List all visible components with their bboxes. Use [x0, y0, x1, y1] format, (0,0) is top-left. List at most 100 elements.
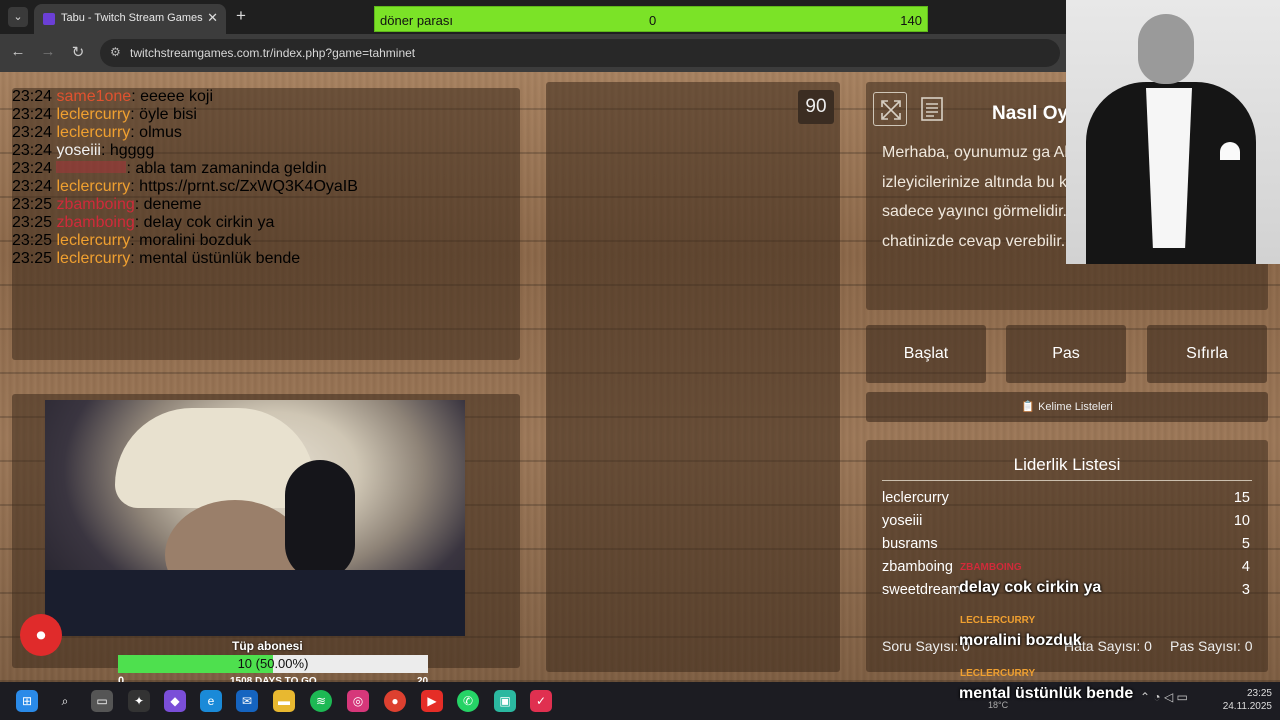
- chat-line: 23:24 leclercurry: olmus: [12, 124, 520, 142]
- search-icon[interactable]: ⌕: [54, 690, 76, 712]
- chat-username[interactable]: zbamboing: [56, 214, 134, 231]
- leaderboard-row: busrams 5: [882, 536, 1250, 552]
- leaderboard-title: Liderlik Listesi: [1013, 455, 1121, 474]
- how-to-play-title: Nasıl Oy: [992, 103, 1069, 124]
- pocket-square-shape: [1220, 142, 1240, 160]
- twitch-favicon-icon: [43, 13, 55, 25]
- leaderboard-row: zbamboing 4: [882, 559, 1250, 575]
- chat-line: 23:25 zbamboing: delay cok cirkin ya: [12, 214, 520, 232]
- back-icon[interactable]: ←: [8, 43, 28, 60]
- copilot-icon[interactable]: ◆: [164, 690, 186, 712]
- start-button[interactable]: Başlat: [866, 325, 986, 383]
- player-score: 10: [1233, 513, 1250, 529]
- reset-button[interactable]: Sıfırla: [1147, 325, 1267, 383]
- webcam-feed: [45, 400, 465, 636]
- chat-time: 23:24: [12, 88, 57, 105]
- chat-time: 23:24: [12, 160, 57, 177]
- chat-username[interactable]: same1one: [56, 88, 131, 105]
- chat-username[interactable]: leclercurry: [56, 124, 130, 141]
- whatsapp-icon[interactable]: ✆: [457, 690, 479, 712]
- chat-text: : öyle bisi: [130, 106, 197, 123]
- doner-target: 140: [900, 13, 922, 28]
- chat-time: 23:25: [12, 196, 57, 213]
- chat-text: : https://prnt.sc/ZxWQ3K4OyaIB: [130, 178, 358, 195]
- player-score: 4: [1241, 559, 1250, 575]
- start-icon[interactable]: ⊞: [16, 690, 38, 712]
- new-tab-button[interactable]: +: [236, 6, 246, 26]
- url-text: twitchstreamgames.com.tr/index.php?game=…: [130, 46, 416, 60]
- pass-button[interactable]: Pas: [1006, 325, 1126, 383]
- chat-line: 23:25 leclercurry: mental üstünlük bende: [12, 250, 520, 268]
- overlay-chat-message: moralini bozduk: [959, 632, 1082, 649]
- overlay-chat-message: delay cok cirkin ya: [959, 579, 1102, 596]
- chat-time: 23:24: [12, 124, 57, 141]
- chrome-icon[interactable]: ●: [384, 690, 406, 712]
- head-shape: [1138, 14, 1194, 84]
- edge-icon[interactable]: e: [200, 690, 222, 712]
- chat-time: 23:25: [12, 214, 57, 231]
- question-count: Soru Sayısı: 0: [882, 638, 970, 654]
- reload-icon[interactable]: ↻: [68, 43, 88, 61]
- chat-text: : abla tam zamaninda geldin: [126, 160, 327, 177]
- shirt-shape: [1146, 88, 1192, 248]
- chat-time: 23:24: [12, 106, 57, 123]
- chat-line: 23:25 zbamboing: deneme: [12, 196, 520, 214]
- chat-username[interactable]: yoseiii: [56, 142, 100, 159]
- overlay-chat-user: LECLERCURRY: [960, 668, 1036, 679]
- doner-current: 0: [649, 13, 657, 28]
- pass-count: Pas Sayısı: 0: [1170, 638, 1253, 654]
- doner-progress-bar: döner parası 0 140: [374, 6, 928, 32]
- chat-text: : moralini bozduk: [130, 232, 252, 249]
- browser-tab[interactable]: Tabu - Twitch Stream Games ✕: [34, 4, 226, 34]
- leaderboard-row: leclercurry 15: [882, 490, 1250, 506]
- address-bar[interactable]: ⚙ twitchstreamgames.com.tr/index.php?gam…: [100, 39, 1060, 67]
- overlay-chat-message: mental üstünlük bende: [959, 685, 1134, 702]
- chat-messages: 23:24 same1one: eeeee koji 23:24 leclerc…: [12, 88, 520, 360]
- task-view-icon[interactable]: ▭: [91, 690, 113, 712]
- clock[interactable]: 23:25 24.11.2025: [1212, 687, 1272, 713]
- app-icon[interactable]: ✓: [530, 690, 552, 712]
- sub-goal-bar: 10 (50.00%): [118, 655, 428, 673]
- chat-line: 23:24 yoseiii: hgggg: [12, 142, 520, 160]
- round-timer: 90: [798, 90, 834, 124]
- doner-label: döner parası: [380, 13, 453, 28]
- chat-username[interactable]: zbamboing: [56, 196, 134, 213]
- chat-text: : mental üstünlük bende: [130, 250, 301, 267]
- shirt-shape: [45, 570, 465, 636]
- headphones-shape: [285, 460, 355, 580]
- forward-icon[interactable]: →: [38, 43, 58, 60]
- app-icon[interactable]: ▣: [494, 690, 516, 712]
- chat-line: 23:24 same1one: eeeee koji: [12, 88, 520, 106]
- player-score: 5: [1241, 536, 1250, 552]
- player-name: busrams: [882, 536, 938, 552]
- leaderboard-divider: [882, 480, 1252, 481]
- chat-username[interactable]: leclercurry: [56, 106, 130, 123]
- record-icon[interactable]: ⏺: [20, 614, 62, 656]
- word-lists-button[interactable]: 📋 Kelime Listeleri: [866, 392, 1268, 422]
- chat-text: : delay cok cirkin ya: [134, 214, 275, 231]
- outlook-icon[interactable]: ✉: [236, 690, 258, 712]
- instagram-icon[interactable]: ◎: [347, 690, 369, 712]
- site-info-icon[interactable]: ⚙: [110, 45, 121, 59]
- system-tray[interactable]: ⌃ ◔ ◁ ▭: [1140, 690, 1188, 704]
- chat-text: : olmus: [130, 124, 182, 141]
- youtube-icon[interactable]: ▶: [421, 690, 443, 712]
- player-score: 3: [1241, 582, 1250, 598]
- tab-search-button[interactable]: ⌄: [8, 7, 28, 27]
- widgets-icon[interactable]: ✦: [128, 690, 150, 712]
- chat-username[interactable]: leclercurry: [56, 178, 130, 195]
- chat-line: 23:24 : abla tam zamaninda geldin: [12, 160, 520, 178]
- chat-line: 23:24 leclercurry: https://prnt.sc/ZxWQ3…: [12, 178, 520, 196]
- tab-close-icon[interactable]: ✕: [207, 10, 218, 26]
- chat-username[interactable]: leclercurry: [56, 250, 130, 267]
- chat-text: : deneme: [134, 196, 202, 213]
- chat-username[interactable]: leclercurry: [56, 232, 130, 249]
- fullscreen-icon[interactable]: [873, 92, 907, 126]
- sub-goal-title: Tüp abonesi: [232, 639, 303, 653]
- spotify-icon[interactable]: ≋: [310, 690, 332, 712]
- file-explorer-icon[interactable]: ▬: [273, 690, 295, 712]
- notes-icon[interactable]: [915, 92, 949, 126]
- chat-line: 23:25 leclercurry: moralini bozduk: [12, 232, 520, 250]
- chat-text: : hgggg: [100, 142, 155, 159]
- chat-username[interactable]: [56, 161, 127, 173]
